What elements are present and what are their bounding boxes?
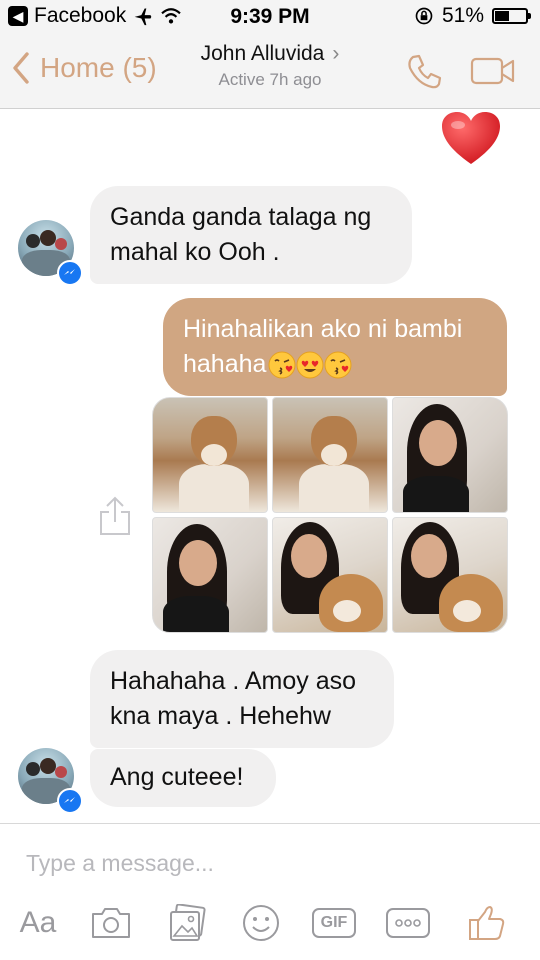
photo-shape: [291, 534, 327, 578]
message-text-line: Ang cuteee!: [110, 763, 244, 791]
avatar-figure: [26, 762, 40, 776]
message-text-line: kna maya . Hehehw: [110, 702, 331, 730]
divider: [0, 823, 540, 824]
video-call-button[interactable]: [470, 56, 516, 91]
avatar-figure: [55, 238, 67, 250]
photo-shape: [419, 420, 457, 466]
heart-icon: [442, 112, 500, 164]
battery-percent: 51%: [441, 4, 484, 27]
emoji-button[interactable]: [238, 895, 284, 951]
kiss-emoji-icon: [324, 351, 352, 378]
status-bar: ◀ Facebook 9:39 PM 51%: [0, 0, 540, 34]
share-icon: [100, 496, 130, 535]
avatar-figure: [40, 230, 56, 246]
contact-info[interactable]: John Alluvida › Active 7h ago: [0, 42, 540, 90]
aa-label: Aa: [19, 906, 57, 939]
text-format-button[interactable]: Aa: [14, 895, 62, 951]
messenger-badge-icon: [57, 260, 83, 286]
video-camera-icon: [470, 57, 515, 85]
photo-shape: [411, 534, 447, 578]
battery-icon: [492, 8, 531, 24]
camera-icon: [92, 908, 130, 938]
avatar-figure: [40, 758, 56, 774]
photo-shape: [403, 476, 469, 512]
rotation-lock-icon: [415, 7, 433, 25]
messenger-bolt-icon: [64, 269, 75, 275]
more-icon: [386, 908, 430, 938]
composer-toolbar: Aa GIF: [0, 895, 540, 955]
share-button[interactable]: [98, 496, 132, 541]
photo-thumbnail[interactable]: [392, 517, 508, 633]
photo-shape: [179, 540, 217, 586]
message-text-line: Hahahaha . Amoy aso: [110, 667, 356, 695]
photo-thumbnail[interactable]: [272, 397, 388, 513]
contact-status: Active 7h ago: [218, 70, 322, 89]
photo-shape: [299, 464, 369, 512]
photo-shape: [201, 444, 227, 466]
message-incoming[interactable]: Hahahaha . Amoy aso kna maya . Hehehw: [90, 650, 394, 748]
message-incoming[interactable]: Ang cuteee!: [90, 749, 276, 807]
conversation-header: Home (5) John Alluvida › Active 7h ago: [0, 34, 540, 109]
message-text-line: hahaha: [183, 350, 267, 378]
messenger-badge-icon: [57, 788, 83, 814]
photo-shape: [333, 600, 361, 622]
message-input[interactable]: [24, 842, 518, 884]
gallery-button[interactable]: [164, 895, 210, 951]
phone-icon: [408, 54, 442, 89]
heart-sticker[interactable]: [440, 110, 502, 171]
emoji-icon: [243, 905, 279, 941]
message-incoming[interactable]: Ganda ganda talaga ng mahal ko Ooh .: [90, 186, 412, 284]
gif-button[interactable]: GIF: [310, 895, 358, 951]
call-button[interactable]: [404, 52, 444, 97]
battery-fill: [495, 11, 510, 21]
photo-thumbnail[interactable]: [152, 517, 268, 633]
message-outgoing[interactable]: Hinahalikan ako ni bambi hahaha: [163, 298, 507, 396]
avatar-figure: [26, 234, 40, 248]
photo-thumbnail[interactable]: [392, 397, 508, 513]
kiss-emoji-icon: [268, 351, 296, 378]
contact-name: John Alluvida: [200, 42, 325, 65]
photo-shape: [179, 464, 249, 512]
gif-label: GIF: [320, 914, 348, 931]
camera-button[interactable]: [88, 895, 134, 951]
gallery-icon: [170, 904, 206, 941]
like-button[interactable]: [462, 895, 512, 951]
photo-grid: [152, 397, 508, 633]
message-text-line: Ganda ganda talaga ng: [110, 203, 372, 231]
avatar-figure: [55, 766, 67, 778]
photo-shape: [163, 596, 229, 632]
more-button[interactable]: [384, 895, 432, 951]
heart-eyes-emoji-icon: [296, 351, 324, 378]
photo-thumbnail[interactable]: [272, 517, 388, 633]
photo-shape: [321, 444, 347, 466]
photo-shape: [453, 600, 481, 622]
chevron-right-icon: ›: [332, 42, 340, 65]
message-text-line: Hinahalikan ako ni bambi: [183, 315, 463, 343]
photo-thumbnail[interactable]: [152, 397, 268, 513]
thumbs-up-icon: [469, 906, 505, 940]
message-text-line: mahal ko Ooh .: [110, 238, 280, 266]
messenger-bolt-icon: [64, 797, 75, 803]
